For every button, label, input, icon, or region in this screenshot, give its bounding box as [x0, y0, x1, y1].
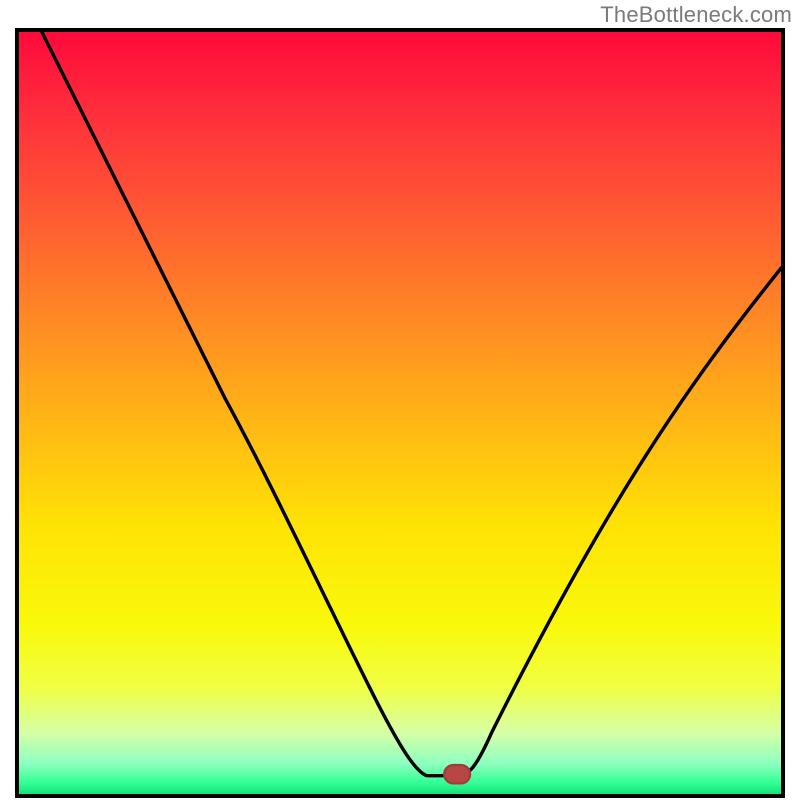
watermark-text: TheBottleneck.com — [600, 2, 792, 28]
optimal-point-marker — [444, 765, 470, 783]
chart-svg — [19, 32, 781, 794]
bottleneck-curve — [34, 32, 781, 776]
chart-plot-area — [15, 28, 785, 798]
